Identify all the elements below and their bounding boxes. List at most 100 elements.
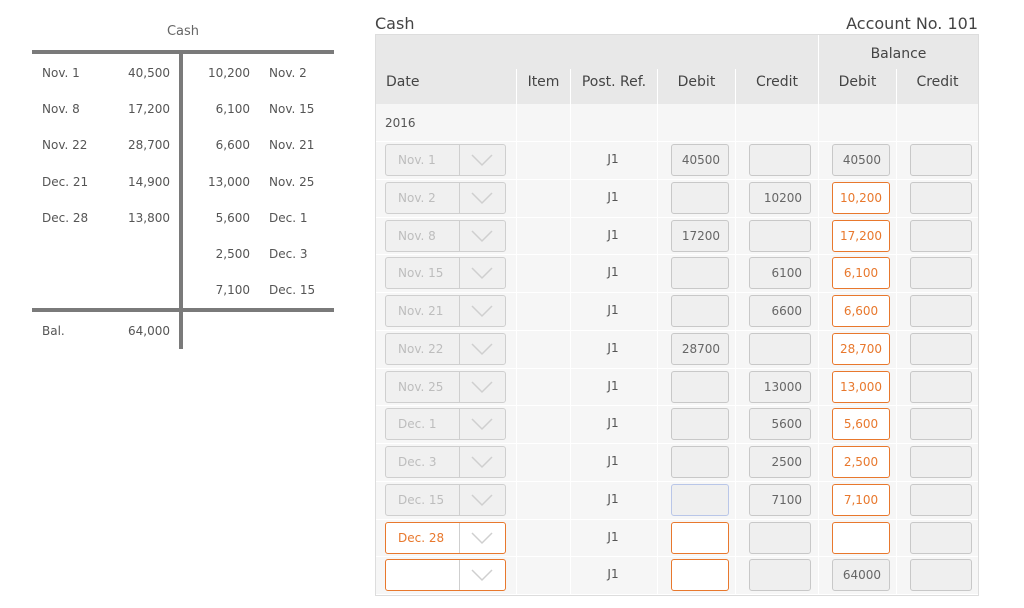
- chevron-down-icon[interactable]: [471, 303, 493, 318]
- post-ref: J1: [607, 228, 619, 242]
- balance-credit-input[interactable]: [910, 484, 972, 516]
- debit-input[interactable]: 28700: [671, 333, 729, 365]
- balance-debit-input[interactable]: 2,500: [832, 446, 890, 478]
- balance-credit-input[interactable]: [910, 144, 972, 176]
- credit-input[interactable]: [749, 144, 811, 176]
- chevron-down-icon[interactable]: [471, 379, 493, 394]
- t-account-credit-amount: 10,200: [208, 66, 250, 80]
- chevron-down-icon[interactable]: [471, 454, 493, 469]
- post-ref: J1: [607, 190, 619, 204]
- t-account-credit-date: Dec. 1: [269, 211, 308, 225]
- balance-credit-input[interactable]: [910, 522, 972, 554]
- header-item: Item: [527, 74, 560, 90]
- date-select[interactable]: Dec. 28: [385, 522, 506, 554]
- balance-credit-input[interactable]: [910, 220, 972, 252]
- balance-debit-input[interactable]: 28,700: [832, 333, 890, 365]
- grid-row-line: [376, 443, 978, 444]
- t-account-debit-amount: 17,200: [128, 102, 170, 116]
- date-select[interactable]: Nov. 15: [385, 257, 506, 289]
- debit-input[interactable]: [671, 182, 729, 214]
- credit-input[interactable]: [749, 220, 811, 252]
- balance-credit-input[interactable]: [910, 371, 972, 403]
- grid-column-line: [896, 104, 897, 595]
- t-account-credit-date: Nov. 2: [269, 66, 307, 80]
- t-account-credit-amount: 6,600: [215, 138, 250, 152]
- balance-debit-input[interactable]: 13,000: [832, 371, 890, 403]
- date-select[interactable]: Nov. 2: [385, 182, 506, 214]
- date-select-divider: [459, 334, 460, 364]
- balance-debit-input[interactable]: 5,600: [832, 408, 890, 440]
- balance-credit-input[interactable]: [910, 408, 972, 440]
- debit-input[interactable]: [671, 295, 729, 327]
- date-select[interactable]: Dec. 1: [385, 408, 506, 440]
- credit-input[interactable]: 2500: [749, 446, 811, 478]
- date-select[interactable]: [385, 559, 506, 591]
- chevron-down-icon[interactable]: [471, 492, 493, 507]
- t-account-debit-date: Nov. 1: [42, 66, 80, 80]
- chevron-down-icon[interactable]: [471, 152, 493, 167]
- date-select-divider: [459, 145, 460, 175]
- credit-input[interactable]: 10200: [749, 182, 811, 214]
- date-select[interactable]: Nov. 1: [385, 144, 506, 176]
- balance-debit-input[interactable]: 6,600: [832, 295, 890, 327]
- balance-credit-input[interactable]: [910, 257, 972, 289]
- grid-column-line: [735, 104, 736, 595]
- debit-input[interactable]: 40500: [671, 144, 729, 176]
- debit-input[interactable]: [671, 484, 729, 516]
- debit-input[interactable]: [671, 257, 729, 289]
- balance-credit-input[interactable]: [910, 333, 972, 365]
- chevron-down-icon[interactable]: [471, 190, 493, 205]
- chevron-down-icon[interactable]: [471, 567, 493, 582]
- credit-input[interactable]: [749, 522, 811, 554]
- date-select[interactable]: Nov. 8: [385, 220, 506, 252]
- credit-input[interactable]: 5600: [749, 408, 811, 440]
- t-account-debit-date: Nov. 22: [42, 138, 88, 152]
- balance-debit-input[interactable]: 7,100: [832, 484, 890, 516]
- grid-column-line: [657, 104, 658, 595]
- grid-row-line: [376, 368, 978, 369]
- credit-input[interactable]: 6100: [749, 257, 811, 289]
- credit-input[interactable]: 7100: [749, 484, 811, 516]
- debit-input[interactable]: [671, 408, 729, 440]
- date-select[interactable]: Nov. 22: [385, 333, 506, 365]
- balance-debit-input[interactable]: 64000: [832, 559, 890, 591]
- balance-debit-input[interactable]: 40500: [832, 144, 890, 176]
- balance-credit-input[interactable]: [910, 182, 972, 214]
- debit-input[interactable]: [671, 522, 729, 554]
- chevron-down-icon[interactable]: [471, 530, 493, 545]
- date-select[interactable]: Nov. 21: [385, 295, 506, 327]
- date-select-value: Nov. 1: [398, 153, 436, 167]
- date-select[interactable]: Dec. 3: [385, 446, 506, 478]
- date-select-value: Nov. 22: [398, 342, 444, 356]
- chevron-down-icon[interactable]: [471, 265, 493, 280]
- grid-column-line: [818, 104, 819, 595]
- credit-input[interactable]: [749, 559, 811, 591]
- debit-input[interactable]: 17200: [671, 220, 729, 252]
- credit-input[interactable]: 6600: [749, 295, 811, 327]
- balance-credit-input[interactable]: [910, 446, 972, 478]
- date-select[interactable]: Dec. 15: [385, 484, 506, 516]
- chevron-down-icon[interactable]: [471, 416, 493, 431]
- chevron-down-icon[interactable]: [471, 341, 493, 356]
- header-balance-credit: Credit: [916, 74, 959, 90]
- header-balance-debit: Debit: [838, 74, 877, 90]
- debit-input[interactable]: [671, 446, 729, 478]
- date-select-divider: [459, 258, 460, 288]
- year-label: 2016: [385, 116, 416, 130]
- balance-debit-input[interactable]: 17,200: [832, 220, 890, 252]
- balance-debit-input[interactable]: 10,200: [832, 182, 890, 214]
- debit-input[interactable]: [671, 371, 729, 403]
- balance-credit-input[interactable]: [910, 559, 972, 591]
- credit-input[interactable]: [749, 333, 811, 365]
- t-account-credit-date: Nov. 15: [269, 102, 315, 116]
- ledger-title: Cash: [375, 14, 415, 33]
- t-account-credit-amount: 6,100: [215, 102, 250, 116]
- balance-credit-input[interactable]: [910, 295, 972, 327]
- balance-debit-input[interactable]: 6,100: [832, 257, 890, 289]
- header-debit: Debit: [677, 74, 716, 90]
- balance-debit-input[interactable]: [832, 522, 890, 554]
- chevron-down-icon[interactable]: [471, 228, 493, 243]
- credit-input[interactable]: 13000: [749, 371, 811, 403]
- debit-input[interactable]: [671, 559, 729, 591]
- date-select[interactable]: Nov. 25: [385, 371, 506, 403]
